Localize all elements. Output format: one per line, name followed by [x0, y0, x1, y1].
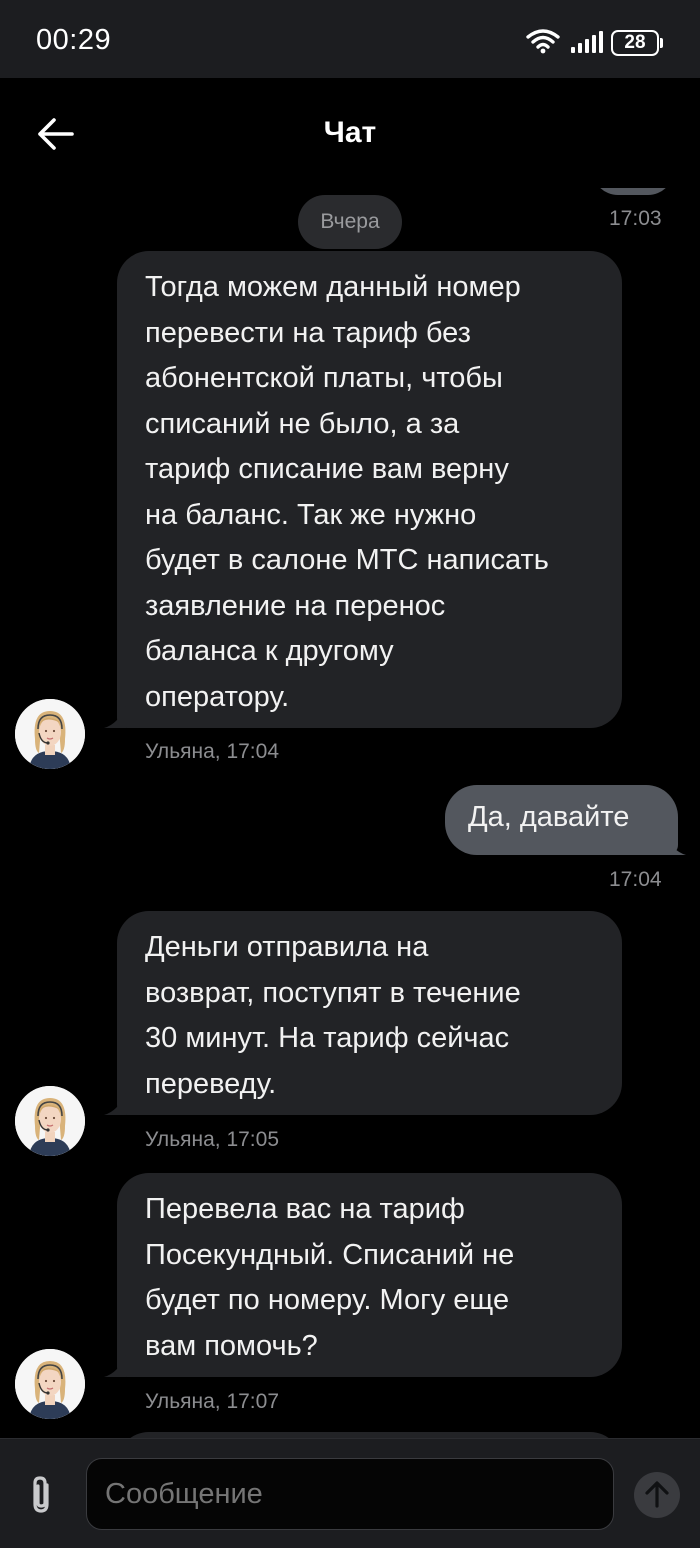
bubble-tail — [104, 1093, 126, 1115]
battery-tip — [660, 38, 663, 48]
message-line: тариф списание вам верну — [145, 453, 509, 485]
message-list[interactable]: 17:03 Вчера Тогда можем данный номер пер… — [0, 188, 700, 1438]
battery-icon: 28 — [611, 30, 659, 56]
message-line: абонентской платы, чтобы — [145, 362, 503, 394]
message-line: оператору. — [145, 680, 290, 713]
send-button[interactable] — [634, 1472, 680, 1518]
message-line: баланса к другому — [145, 635, 394, 667]
message-line: Перевела вас на тариф — [145, 1193, 465, 1225]
message-line: Тогда можем данный номер — [145, 271, 521, 303]
message-line: Да, давайте — [468, 801, 630, 833]
message-bubble-incoming[interactable]: Перевела вас на тариф Посекундный. Списа… — [117, 1173, 622, 1377]
message-line: переведу. — [145, 1067, 277, 1100]
message-line: Деньги отправила на — [145, 931, 429, 963]
message-input[interactable] — [86, 1458, 614, 1530]
message-line: Посекундный. Списаний не — [145, 1238, 515, 1271]
page-title: Чат — [323, 116, 377, 149]
signal-icon — [571, 31, 603, 53]
bubble-tail — [664, 833, 686, 855]
message-meta: Ульяна, 17:04 — [145, 740, 279, 763]
avatar[interactable] — [15, 1086, 85, 1156]
message-bubble-incoming[interactable]: Тогда можем данный номер перевести на та… — [117, 251, 622, 728]
bubble-tail — [104, 1355, 126, 1377]
message-meta: Ульяна, 17:07 — [145, 1390, 279, 1413]
bubble-tail — [104, 706, 126, 728]
message-bubble-incoming[interactable]: Деньги отправила на возврат, поступят в … — [117, 911, 622, 1115]
avatar[interactable] — [15, 1349, 85, 1419]
message-line: вам помочь? — [145, 1329, 318, 1362]
status-time: 00:29 — [36, 24, 112, 56]
message-bubble-outgoing[interactable]: Да, давайте — [445, 785, 678, 855]
message-line: заявление на перенос — [145, 589, 446, 622]
message-line: списаний не было, а за — [145, 407, 460, 440]
message-line: будет в салоне МТС написать — [145, 544, 549, 576]
paperclip-icon[interactable] — [22, 1473, 62, 1517]
previous-outgoing-bubble — [592, 188, 674, 195]
status-bar: 00:29 28 — [0, 0, 700, 78]
wifi-icon — [526, 29, 560, 54]
message-composer — [0, 1438, 700, 1548]
message-line: будет по номеру. Могу еще — [145, 1284, 510, 1316]
message-line: на баланс. Так же нужно — [145, 498, 477, 531]
message-meta: Ульяна, 17:05 — [145, 1128, 279, 1151]
message-meta: 17:04 — [609, 868, 662, 891]
message-line: перевести на тариф без — [145, 316, 471, 349]
message-line: 30 минут. На тариф сейчас — [145, 1022, 510, 1054]
avatar[interactable] — [15, 699, 85, 769]
previous-message-time: 17:03 — [609, 207, 662, 230]
date-divider: Вчера — [298, 195, 402, 249]
arrow-up-icon — [645, 1481, 669, 1508]
message-line: возврат, поступят в течение — [145, 976, 521, 1009]
chat-header: Чат — [0, 78, 700, 188]
